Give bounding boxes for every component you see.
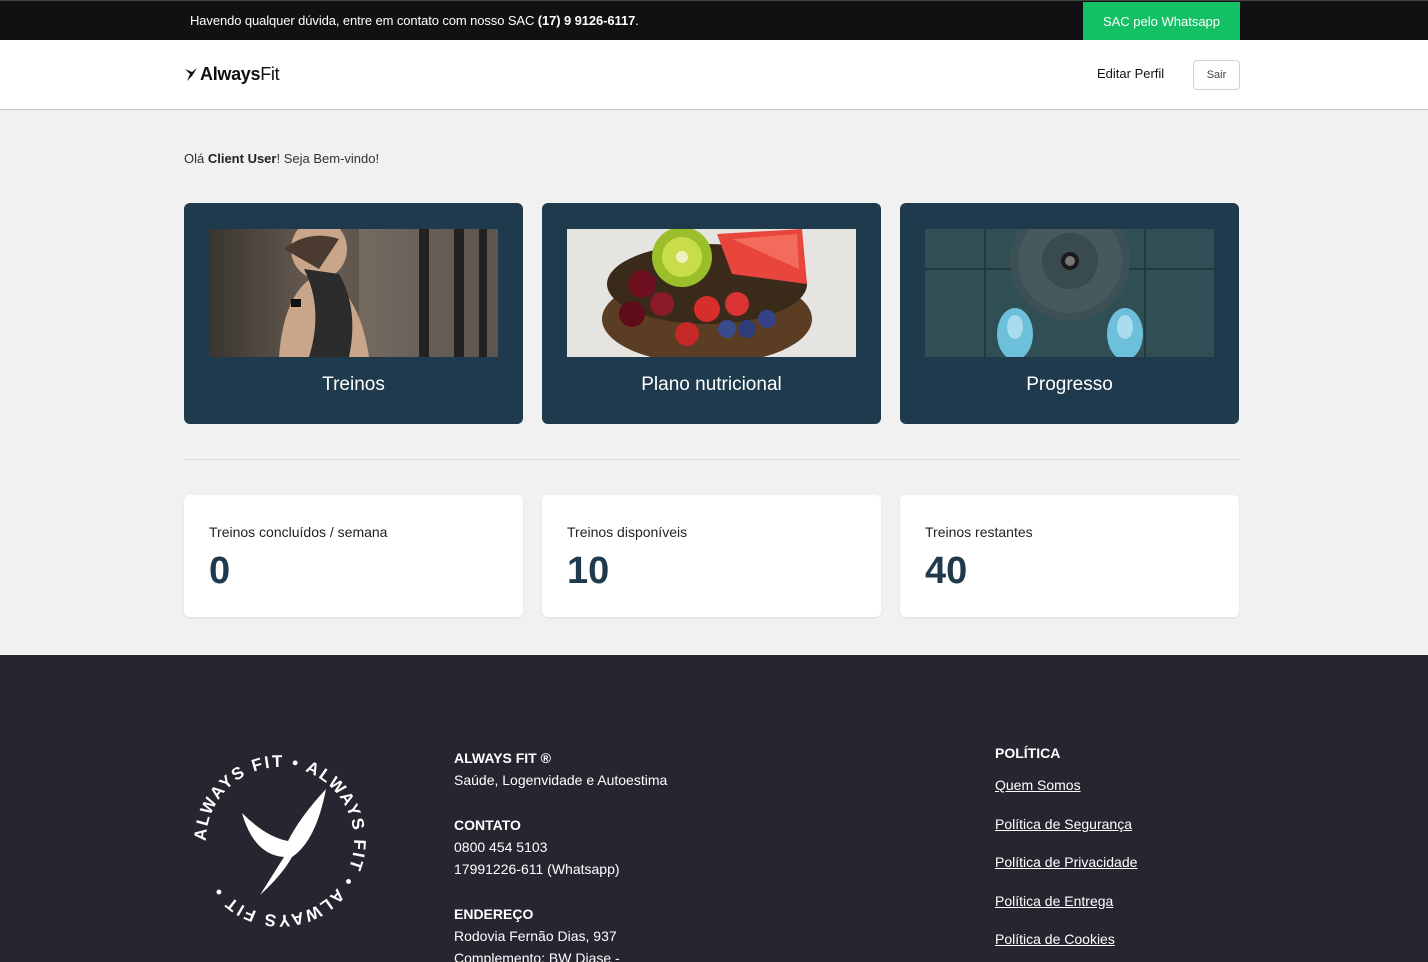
policy-link-privacy[interactable]: Política de Privacidade bbox=[995, 854, 1137, 893]
sac-message-text: Havendo qualquer dúvida, entre em contat… bbox=[190, 13, 538, 28]
policy-link-about-us[interactable]: Quem Somos bbox=[995, 777, 1137, 816]
footer-address-title: ENDEREÇO bbox=[454, 906, 534, 922]
stat-value: 40 bbox=[925, 550, 968, 592]
stat-title: Treinos disponíveis bbox=[567, 524, 688, 540]
logout-button[interactable]: Sair bbox=[1193, 60, 1240, 90]
workouts-card-label: Treinos bbox=[322, 374, 385, 395]
footer-contact-title: CONTATO bbox=[454, 817, 521, 833]
footer-policy-title: POLÍTICA bbox=[995, 745, 1061, 761]
bird-logo-icon bbox=[185, 67, 197, 81]
user-name: Client User bbox=[207, 151, 277, 166]
sac-message-suffix: . bbox=[635, 13, 639, 28]
nutrition-plan-card-label: Plano nutricional bbox=[641, 374, 782, 395]
whatsapp-sac-button[interactable]: SAC pelo Whatsapp bbox=[1083, 2, 1240, 40]
fruit-bowl-photo bbox=[567, 229, 856, 357]
policy-link-security[interactable]: Política de Segurança bbox=[995, 816, 1137, 855]
stat-value: 10 bbox=[567, 550, 610, 592]
section-divider bbox=[184, 459, 1240, 460]
woman-training-photo bbox=[209, 229, 498, 357]
stat-card-remaining: Treinos restantes 40 bbox=[900, 495, 1239, 617]
nutrition-plan-card[interactable]: Plano nutricional bbox=[542, 203, 881, 424]
sac-contact-message: Havendo qualquer dúvida, entre em contat… bbox=[190, 13, 639, 28]
greeting-prefix: Olá bbox=[184, 151, 208, 166]
greeting-suffix: ! Seja Bem-vindo! bbox=[276, 151, 380, 166]
policy-link-cookies[interactable]: Política de Cookies bbox=[995, 931, 1137, 962]
stat-card-available: Treinos disponíveis 10 bbox=[542, 495, 881, 617]
workouts-card[interactable]: Treinos bbox=[184, 203, 523, 424]
footer-contact-phone: 0800 454 5103 bbox=[454, 839, 548, 855]
stat-value: 0 bbox=[209, 550, 231, 592]
top-contact-bar: Havendo qualquer dúvida, entre em contat… bbox=[0, 0, 1428, 40]
sac-phone-number: (17) 9 9126-6117 bbox=[537, 13, 636, 28]
stat-title: Treinos restantes bbox=[925, 524, 1033, 540]
always-fit-seal-logo: ALWAYS FIT • ALWAYS FIT • ALWAYS FIT • bbox=[191, 752, 367, 930]
progress-card[interactable]: Progresso bbox=[900, 203, 1239, 424]
policy-link-delivery[interactable]: Política de Entrega bbox=[995, 893, 1137, 932]
logo-text-bold: Always bbox=[200, 64, 261, 84]
stat-card-completed-week: Treinos concluídos / semana 0 bbox=[184, 495, 523, 617]
site-header: Always Fit Editar Perfil Sair bbox=[0, 40, 1428, 110]
progress-card-label: Progresso bbox=[1026, 374, 1113, 395]
footer-info-column: ALWAYS FIT ® Saúde, Logenvidade e Autoes… bbox=[454, 747, 667, 962]
footer-brand-tagline: Saúde, Logenvidade e Autoestima bbox=[454, 772, 668, 788]
footer-address-line2: Complemento: BW Diase - bbox=[454, 950, 620, 962]
stat-title: Treinos concluídos / semana bbox=[209, 524, 388, 540]
footer-address-line1: Rodovia Fernão Dias, 937 bbox=[454, 928, 617, 944]
logo-text-light: Fit bbox=[260, 64, 280, 84]
footer-brand-title: ALWAYS FIT ® bbox=[454, 750, 551, 766]
footer-contact-whatsapp: 17991226-611 (Whatsapp) bbox=[454, 861, 620, 877]
site-footer: ALWAYS FIT • ALWAYS FIT • ALWAYS FIT • A… bbox=[0, 655, 1428, 962]
edit-profile-link[interactable]: Editar Perfil bbox=[1097, 66, 1164, 81]
welcome-message: Olá Client User! Seja Bem-vindo! bbox=[184, 151, 379, 166]
weight-plate-sneakers-photo bbox=[925, 229, 1214, 357]
alwaysfit-logo[interactable]: Always Fit bbox=[184, 64, 280, 85]
footer-policy-column: POLÍTICA Quem Somos Política de Seguranç… bbox=[995, 745, 1137, 962]
